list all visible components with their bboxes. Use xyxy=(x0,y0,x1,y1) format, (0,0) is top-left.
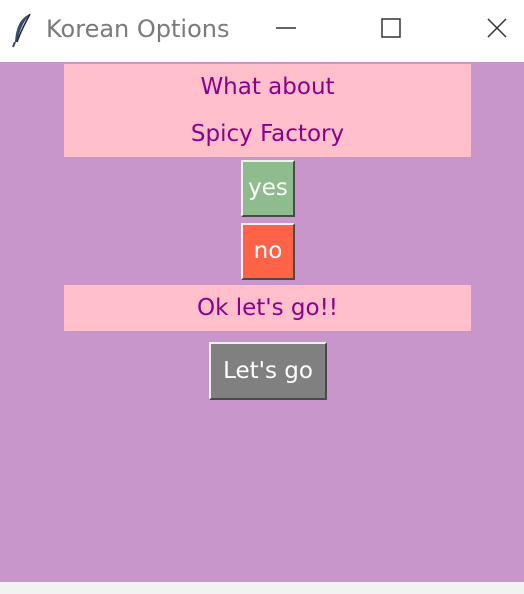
minimize-icon xyxy=(276,27,296,29)
window-title: Korean Options xyxy=(46,15,230,43)
yes-button[interactable]: yes xyxy=(241,160,295,217)
minimize-button[interactable] xyxy=(266,10,306,46)
feather-icon xyxy=(10,12,34,48)
maximize-button[interactable] xyxy=(371,10,411,46)
question-label: What about Spicy Factory xyxy=(64,64,471,157)
close-button[interactable] xyxy=(477,10,517,46)
app-window: Korean Options What about Spicy Factory … xyxy=(0,0,524,594)
window-bottom-edge xyxy=(0,582,524,594)
answer-label: Ok let's go!! xyxy=(64,285,471,331)
title-bar[interactable]: Korean Options xyxy=(0,0,524,62)
lets-go-button[interactable]: Let's go xyxy=(209,342,327,400)
maximize-icon xyxy=(381,18,401,38)
question-line-2: Spicy Factory xyxy=(190,121,345,147)
close-icon xyxy=(487,18,507,38)
question-line-1: What about xyxy=(200,74,335,100)
no-button[interactable]: no xyxy=(241,223,295,280)
